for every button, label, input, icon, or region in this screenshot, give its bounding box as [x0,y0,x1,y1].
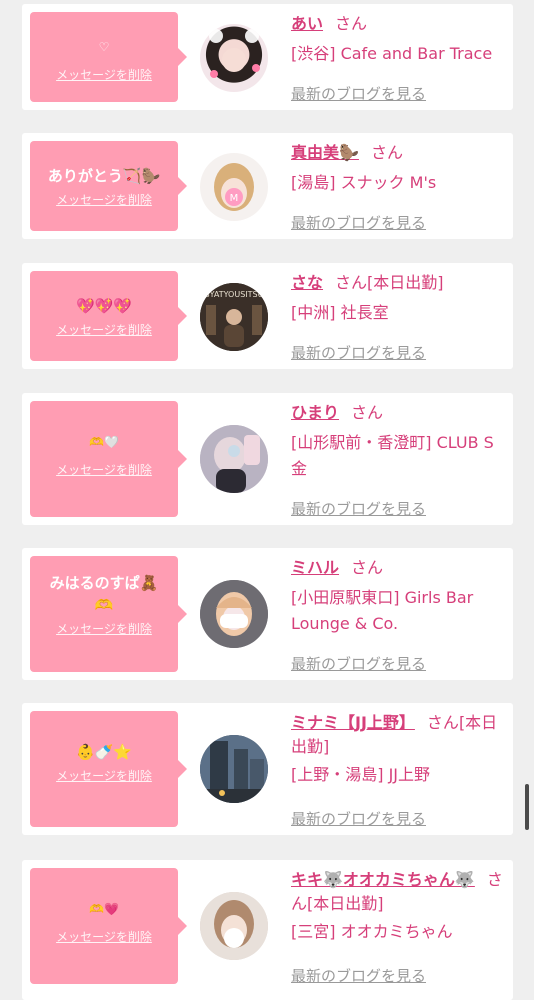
cast-info: さな さん[本日出勤] [中洲] 社長室 最新のブログを見る [291,271,503,365]
name-line: 真由美🦫 さん [291,141,503,165]
view-blog-link[interactable]: 最新のブログを見る [291,498,426,519]
cast-name-link[interactable]: ひまり [291,403,339,422]
honorific: さん [426,713,459,732]
message-text: 👶🍼⭐ [75,743,133,761]
delete-message-link[interactable]: メッセージを削除 [56,321,152,338]
message-text: 🫶🤍 [89,435,119,449]
name-line: ミナミ【JJ上野】 さん[本日出勤] [291,711,503,759]
message-card: ♡ メッセージを削除 あい さん [渋谷] Cafe and Bar Trace … [22,4,513,110]
avatar-image [200,892,268,960]
honorific: さん [351,558,384,577]
cast-info: ひまり さん [山形駅前・香澄町] CLUB S金 最新のブログを見る [291,401,503,521]
message-card: 💖💖💖 メッセージを削除 SYATYOUSITSU さな さん[本日出勤] [中洲… [22,263,513,369]
delete-message-link[interactable]: メッセージを削除 [56,767,152,784]
delete-message-link[interactable]: メッセージを削除 [56,928,152,945]
cast-name-link[interactable]: さな [291,273,323,292]
name-line: キキ🐺オオカミちゃん🐺 さん[本日出勤] [291,868,503,916]
message-card: みはるのすぱ🧸 🫶 メッセージを削除 ミハル さん [小田原駅東口] Girls … [22,548,513,680]
delete-message-link[interactable]: メッセージを削除 [56,191,152,208]
cast-info: ミナミ【JJ上野】 さん[本日出勤] [上野・湯島] JJ上野 最新のブログを見る [291,711,503,831]
message-card: 🫶🤍 メッセージを削除 ひまり さん [山形駅前・香澄町] CLUB S金 最新の… [22,393,513,525]
attendance-status: [本日出勤] [367,273,444,292]
shop-name: [湯島] スナック M's [291,173,437,192]
scrollbar-thumb[interactable] [525,784,529,830]
shop-name: [上野・湯島] JJ上野 [291,765,431,784]
cast-info: キキ🐺オオカミちゃん🐺 さん[本日出勤] [三宮] オオカミちゃん 最新のブログを… [291,868,503,988]
message-bubble: 🫶💗 メッセージを削除 [30,868,187,984]
view-blog-link[interactable]: 最新のブログを見る [291,653,426,674]
honorific: さん [335,273,368,292]
svg-text:SYATYOUSITSU: SYATYOUSITSU [205,290,264,299]
cast-name-link[interactable]: キキ🐺オオカミちゃん🐺 [291,870,475,889]
cast-name-link[interactable]: 真由美🦫 [291,143,359,162]
cast-info: ミハル さん [小田原駅東口] Girls Bar Lounge & Co. 最新… [291,556,503,676]
name-line: さな さん[本日出勤] [291,271,503,295]
view-blog-link[interactable]: 最新のブログを見る [291,212,426,233]
message-bubble: 👶🍼⭐ メッセージを削除 [30,711,187,827]
avatar[interactable] [200,735,268,803]
avatar-image [200,425,268,493]
view-blog-link[interactable]: 最新のブログを見る [291,965,426,986]
view-blog-link[interactable]: 最新のブログを見る [291,342,426,363]
cast-info: 真由美🦫 さん [湯島] スナック M's 最新のブログを見る [291,141,503,235]
name-line: ミハル さん [291,556,503,580]
cast-name-link[interactable]: ミナミ【JJ上野】 [291,713,415,732]
attendance-status: [本日出勤] [307,894,384,913]
message-bubble: 🫶🤍 メッセージを削除 [30,401,187,517]
avatar[interactable] [200,24,268,92]
shop-name: [山形駅前・香澄町] CLUB S金 [291,433,494,478]
avatar-image [209,29,260,78]
svg-text:M: M [230,193,239,204]
message-text: ありがとう🏹🦫 [47,167,161,185]
avatar[interactable]: M [200,153,268,221]
avatar-image [200,580,268,648]
message-text: 💖💖💖 [75,297,133,315]
delete-message-link[interactable]: メッセージを削除 [56,620,152,637]
honorific: さん [335,14,368,33]
view-blog-link[interactable]: 最新のブログを見る [291,83,426,104]
avatar[interactable] [200,892,268,960]
message-card: 🫶💗 メッセージを削除 キキ🐺オオカミちゃん🐺 さん[本日出勤] [三宮] オオカ… [22,860,513,1000]
message-card: ありがとう🏹🦫 メッセージを削除 M 真由美🦫 さん [湯島] スナック M's … [22,133,513,239]
message-bubble: みはるのすぱ🧸 🫶 メッセージを削除 [30,556,187,672]
shop-name: [中洲] 社長室 [291,303,389,322]
shop-name: [三宮] オオカミちゃん [291,922,453,941]
avatar[interactable] [200,425,268,493]
message-text: みはるのすぱ🧸 🫶 [49,574,159,614]
cast-info: あい さん [渋谷] Cafe and Bar Trace 最新のブログを見る [291,12,503,106]
shop-name: [渋谷] Cafe and Bar Trace [291,44,493,63]
name-line: あい さん [291,12,503,36]
avatar-image: M [214,163,254,211]
view-blog-link[interactable]: 最新のブログを見る [291,808,426,829]
message-text: ♡ [98,40,110,54]
message-card: 👶🍼⭐ メッセージを削除 ミナミ【JJ上野】 さん[本日出勤] [上野・湯島] J… [22,703,513,835]
delete-message-link[interactable]: メッセージを削除 [56,461,152,478]
avatar-image [200,735,268,803]
message-bubble: 💖💖💖 メッセージを削除 [30,271,187,361]
message-bubble: ありがとう🏹🦫 メッセージを削除 [30,141,187,231]
honorific: さん [370,143,403,162]
honorific: さん [351,403,384,422]
avatar-image: SYATYOUSITSU [200,283,268,351]
name-line: ひまり さん [291,401,503,425]
avatar[interactable] [200,580,268,648]
shop-name: [小田原駅東口] Girls Bar Lounge & Co. [291,588,474,633]
message-bubble: ♡ メッセージを削除 [30,12,187,102]
message-text: 🫶💗 [89,902,119,916]
cast-name-link[interactable]: あい [291,14,323,33]
cast-name-link[interactable]: ミハル [291,558,339,577]
delete-message-link[interactable]: メッセージを削除 [56,66,152,83]
avatar[interactable]: SYATYOUSITSU [200,283,268,351]
